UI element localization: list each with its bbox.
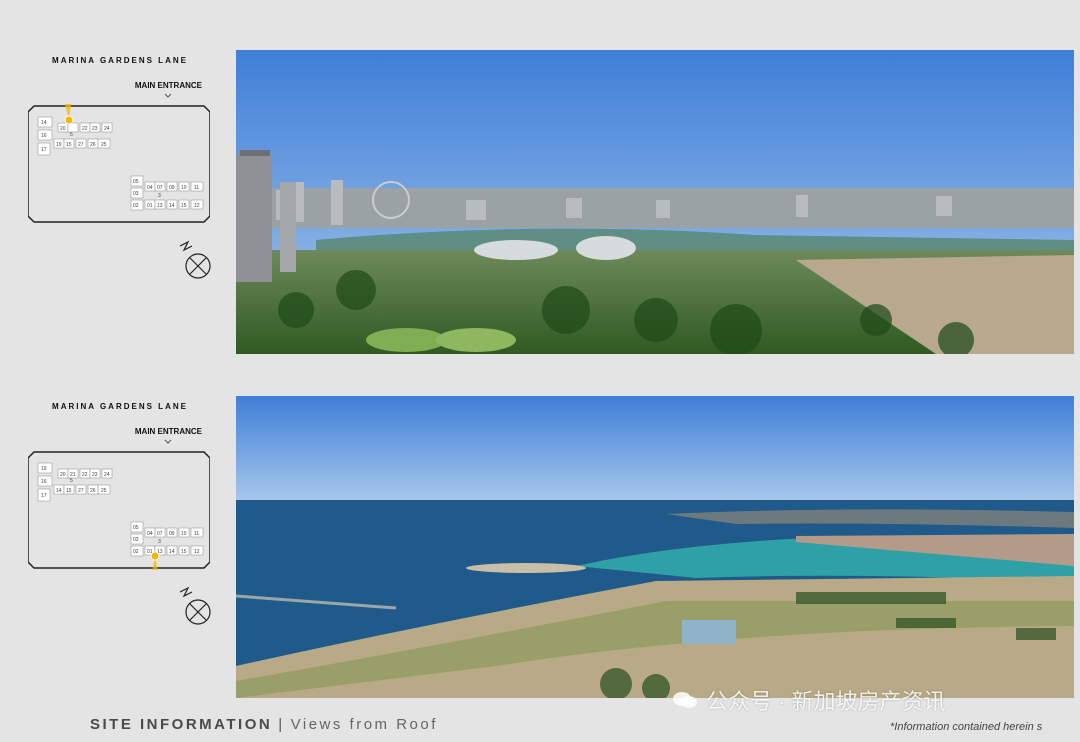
roof-view-photo-city <box>236 50 1074 354</box>
svg-text:27: 27 <box>78 142 84 148</box>
svg-text:26: 26 <box>90 488 96 494</box>
svg-text:13: 13 <box>157 203 163 209</box>
svg-text:10: 10 <box>181 185 187 191</box>
svg-text:12: 12 <box>194 549 200 555</box>
north-compass-icon <box>179 240 211 279</box>
svg-text:11: 11 <box>194 185 199 191</box>
svg-text:14: 14 <box>41 120 47 126</box>
roof-view-photo-sea <box>236 396 1074 698</box>
wechat-icon <box>673 692 697 708</box>
chevron-down-icon <box>164 439 172 444</box>
section-title: SITE INFORMATION <box>90 716 273 733</box>
svg-text:16: 16 <box>41 479 47 485</box>
svg-text:5: 5 <box>70 478 73 484</box>
svg-text:14: 14 <box>169 549 175 555</box>
svg-text:05: 05 <box>133 179 139 185</box>
svg-text:07: 07 <box>157 531 163 537</box>
svg-text:20: 20 <box>60 126 66 132</box>
svg-text:25: 25 <box>101 142 107 148</box>
svg-text:09: 09 <box>169 185 175 191</box>
svg-text:26: 26 <box>90 142 96 148</box>
svg-text:15: 15 <box>66 142 72 148</box>
svg-text:11: 11 <box>194 531 199 537</box>
svg-text:27: 27 <box>78 488 84 494</box>
svg-text:17: 17 <box>41 147 47 153</box>
svg-text:19: 19 <box>56 142 62 148</box>
footer-title-bar: SITE INFORMATION | Views from Roof <box>90 716 438 733</box>
svg-text:23: 23 <box>92 472 98 478</box>
entrance-label: MAIN ENTRANCE <box>134 81 202 90</box>
svg-text:15: 15 <box>66 488 72 494</box>
svg-text:24: 24 <box>104 472 110 478</box>
svg-text:05: 05 <box>133 525 139 531</box>
section-subtitle: Views from Roof <box>290 716 438 733</box>
svg-text:14: 14 <box>56 488 62 494</box>
svg-text:3: 3 <box>158 193 161 199</box>
svg-text:3: 3 <box>158 539 161 545</box>
svg-text:02: 02 <box>133 549 139 555</box>
svg-text:25: 25 <box>101 488 107 494</box>
disclaimer: *Information contained herein s <box>890 721 1043 733</box>
viewpoint-marker <box>150 551 160 561</box>
svg-text:09: 09 <box>169 531 175 537</box>
road-label: MARINA GARDENS LANE <box>52 56 188 65</box>
svg-text:01: 01 <box>147 203 153 209</box>
entrance-label: MAIN ENTRANCE <box>134 427 202 436</box>
svg-text:23: 23 <box>92 126 98 132</box>
svg-text:10: 10 <box>181 531 187 537</box>
road-label: MARINA GARDENS LANE <box>52 402 188 411</box>
svg-text:20: 20 <box>60 472 66 478</box>
chevron-down-icon <box>164 93 172 98</box>
watermark-text: 公众号 · 新加坡房产资讯 <box>706 689 946 714</box>
svg-text:17: 17 <box>41 493 47 499</box>
site-plan-panel-bottom: MARINA GARDENS LANE MAIN ENTRANCE 19 16 17… <box>24 394 216 625</box>
svg-text:15: 15 <box>181 549 187 555</box>
svg-text:14: 14 <box>169 203 175 209</box>
svg-text:22: 22 <box>82 126 88 132</box>
site-plan-panel-top: MARINA GARDENS LANE MAIN ENTRANCE 14 16 17… <box>24 48 216 279</box>
watermark: 公众号 · 新加坡房产资讯 <box>672 684 946 716</box>
svg-text:24: 24 <box>104 126 110 132</box>
svg-text:02: 02 <box>133 203 139 209</box>
svg-text:04: 04 <box>147 531 153 537</box>
svg-text:5: 5 <box>70 132 73 138</box>
viewpoint-marker <box>64 115 74 125</box>
svg-text:03: 03 <box>133 191 139 197</box>
svg-text:04: 04 <box>147 185 153 191</box>
svg-text:12: 12 <box>194 203 200 209</box>
svg-text:19: 19 <box>41 466 47 472</box>
svg-text:07: 07 <box>157 185 163 191</box>
site-plan: 14 16 17 20 22 23 24 5 19 15 27 26 25 05 03 02 04 07 0… <box>28 104 210 223</box>
svg-text:22: 22 <box>82 472 88 478</box>
site-plan: 191617 20 21 22 23 24 514 15 27 26 25 050302 04 0… <box>28 451 210 570</box>
svg-text:16: 16 <box>41 133 47 139</box>
title-separator: | <box>278 716 285 733</box>
north-compass-icon <box>179 586 211 625</box>
svg-text:15: 15 <box>181 203 187 209</box>
svg-text:03: 03 <box>133 537 139 543</box>
